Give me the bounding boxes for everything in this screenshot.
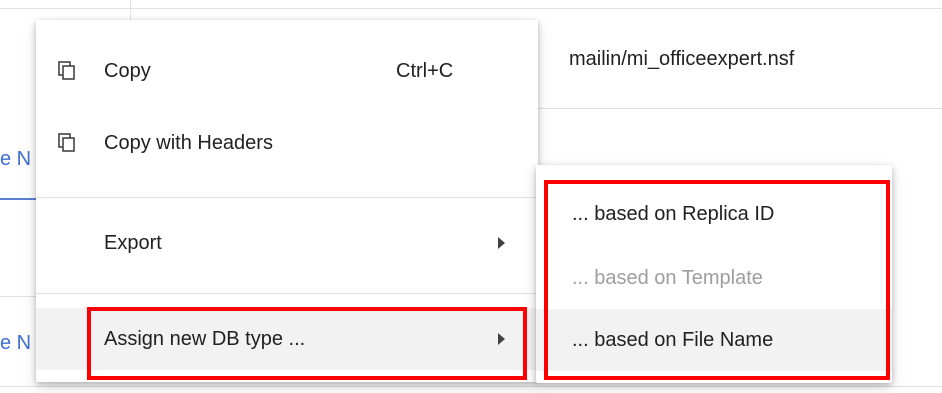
row-divider — [538, 108, 942, 109]
menu-item-label: Assign new DB type ... — [104, 327, 306, 350]
submenu-item-label: ... based on File Name — [572, 328, 774, 351]
active-column-indicator — [0, 198, 36, 200]
menu-divider — [36, 197, 538, 198]
submenu-item-template: ... based on Template — [536, 247, 892, 309]
column-divider — [130, 0, 131, 20]
chevron-right-icon — [498, 333, 505, 345]
menu-item-copy[interactable]: Copy Ctrl+C — [36, 48, 538, 94]
chevron-right-icon — [498, 237, 505, 249]
row-divider — [0, 8, 942, 9]
menu-item-assign-db-type[interactable]: Assign new DB type ... — [36, 308, 538, 370]
copy-icon — [58, 133, 76, 153]
menu-item-label: Copy with Headers — [104, 131, 273, 154]
column-header-fragment[interactable]: e N — [0, 332, 31, 355]
submenu-item-replica-id[interactable]: ... based on Replica ID — [536, 183, 892, 245]
assign-db-type-submenu: ... based on Replica ID ... based on Tem… — [536, 165, 892, 383]
shortcut-label: Ctrl+C — [396, 59, 454, 82]
menu-item-copy-with-headers[interactable]: Copy with Headers — [36, 120, 538, 166]
file-path-cell[interactable]: mailin/mi_officeexpert.nsf — [569, 48, 794, 71]
submenu-item-file-name[interactable]: ... based on File Name — [536, 309, 892, 371]
copy-icon — [58, 61, 76, 81]
menu-item-export[interactable]: Export — [36, 220, 538, 266]
row-divider — [0, 386, 942, 387]
row-divider — [0, 296, 36, 297]
menu-item-label: Export — [104, 231, 162, 254]
context-menu: Copy Ctrl+C Copy with Headers Export Ass… — [36, 20, 538, 382]
submenu-item-label: ... based on Replica ID — [572, 202, 775, 225]
menu-item-label: Copy — [104, 59, 151, 82]
menu-divider — [36, 293, 538, 294]
submenu-item-label: ... based on Template — [572, 266, 763, 289]
column-header-fragment[interactable]: e N — [0, 148, 31, 171]
